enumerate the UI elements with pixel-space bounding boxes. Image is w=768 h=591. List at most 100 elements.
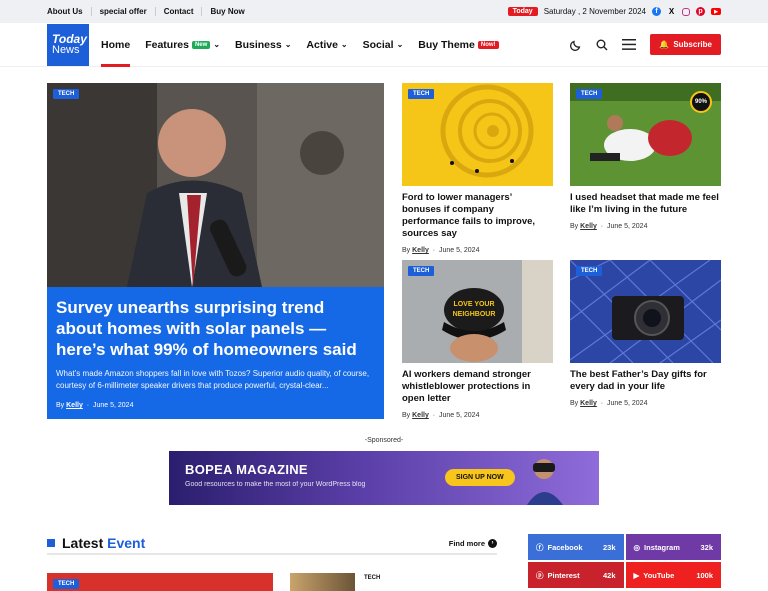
nav-item-active[interactable]: Active ⌄ <box>306 23 347 66</box>
by-label: By <box>570 400 579 407</box>
card-tag[interactable]: TECH <box>576 266 603 276</box>
hero-image: TECH <box>47 83 384 287</box>
search-icon[interactable] <box>596 39 608 51</box>
nav-active-label: Active <box>306 38 338 51</box>
card-title[interactable]: I used headset that made me feel like I’… <box>570 192 721 216</box>
card-meta: By Kelly · June 5, 2024 <box>570 400 648 407</box>
card-tag[interactable]: TECH <box>408 89 435 99</box>
nav-item-social[interactable]: Social ⌄ <box>363 23 404 66</box>
card-date: June 5, 2024 <box>438 412 480 419</box>
ad-banner[interactable]: BOPEA MAGAZINE Good resources to make th… <box>169 451 599 505</box>
article-card-3[interactable]: LOVE YOUR NEIGHBOUR TECH AI workers dema… <box>402 260 553 419</box>
by-label: By <box>56 402 65 409</box>
card-author[interactable]: Kelly <box>412 247 429 254</box>
event-tag-2[interactable]: TECH <box>364 575 380 581</box>
youtube-icon: ▶ <box>633 570 640 580</box>
card-tag[interactable]: TECH <box>408 266 435 276</box>
chevron-down-icon: ⌄ <box>284 40 292 49</box>
chevron-down-icon: ⌄ <box>340 40 348 49</box>
card-date: June 5, 2024 <box>606 400 648 407</box>
sponsored-label: -Sponsored- <box>364 437 404 444</box>
bell-icon: 🔔 <box>659 40 670 49</box>
nav-buy-theme-label: Buy Theme <box>418 38 475 51</box>
event-tag[interactable]: TECH <box>53 579 80 589</box>
hero-photo <box>47 83 384 287</box>
facebook-icon: ⓕ <box>536 542 544 552</box>
hero-author[interactable]: Kelly <box>66 402 83 409</box>
top-links: About Us special offer Contact Buy Now <box>47 7 253 16</box>
x-icon[interactable]: X <box>667 7 676 16</box>
hero-title[interactable]: Survey unearths surprising trend about h… <box>56 297 375 360</box>
card-image: TECH <box>570 260 721 363</box>
card-title[interactable]: AI workers demand stronger whistleblower… <box>402 369 553 405</box>
top-bar: About Us special offer Contact Buy Now T… <box>0 0 768 23</box>
facebook-icon[interactable]: f <box>652 7 661 16</box>
social-count: 32k <box>700 542 713 552</box>
top-link-about[interactable]: About Us <box>47 7 91 16</box>
social-name: YouTube <box>643 570 675 580</box>
social-name: Facebook <box>547 542 583 552</box>
dark-mode-icon[interactable] <box>570 39 582 51</box>
article-card-4[interactable]: TECH The best Father’s Day gifts for eve… <box>570 260 721 407</box>
top-link-buy-now[interactable]: Buy Now <box>201 7 252 16</box>
menu-icon[interactable] <box>622 39 637 50</box>
nav-home-label: Home <box>101 38 131 51</box>
section-title-part1: Latest <box>62 535 104 551</box>
nav-item-home[interactable]: Home <box>101 23 131 67</box>
card-author[interactable]: Kelly <box>580 400 597 407</box>
social-youtube[interactable]: ▶ YouTube 100k <box>625 562 721 588</box>
main-nav: Home Features New ⌄ Business ⌄ Active ⌄ Soci… <box>101 23 514 67</box>
card-author[interactable]: Kelly <box>580 223 597 230</box>
header-actions: 🔔 Subscribe <box>570 34 721 55</box>
instagram-icon[interactable] <box>682 7 690 16</box>
hero-excerpt: What’s made Amazon shoppers fall in love… <box>56 369 370 390</box>
card-meta: By Kelly · June 5, 2024 <box>402 247 480 254</box>
site-logo[interactable]: Today News <box>47 23 89 66</box>
section-marker <box>47 539 55 547</box>
logo-line-1: Today <box>52 31 87 46</box>
chevron-down-icon: ⌄ <box>396 40 404 49</box>
latest-event-image-2[interactable] <box>290 573 355 591</box>
social-pinterest[interactable]: ⓟ Pinterest 42k <box>528 562 624 588</box>
social-instagram[interactable]: ◎ Instagram 32k <box>625 534 721 560</box>
subscribe-button[interactable]: 🔔 Subscribe <box>650 34 721 55</box>
nav-item-buy-theme[interactable]: Buy Theme Now! <box>418 23 499 66</box>
card-image: LOVE YOUR NEIGHBOUR TECH <box>402 260 553 363</box>
subscribe-label: Subscribe <box>673 40 712 49</box>
youtube-icon[interactable]: ▶ <box>711 8 721 15</box>
card-image: TECH <box>402 83 553 186</box>
main-header: Today News Home Features New ⌄ Business ⌄ A… <box>0 23 768 67</box>
find-more-link[interactable]: Find more › <box>449 538 497 548</box>
social-count: 100k <box>696 570 713 580</box>
card-image: TECH 90% <box>570 83 721 186</box>
current-date: Saturday , 2 November 2024 <box>543 7 646 16</box>
social-facebook[interactable]: ⓕ Facebook 23k <box>528 534 624 560</box>
card-tag[interactable]: TECH <box>576 89 603 99</box>
nav-item-features[interactable]: Features New ⌄ <box>145 23 220 66</box>
hero-article[interactable]: TECH Survey unearths surprising trend ab… <box>47 83 384 419</box>
now-badge: Now! <box>477 40 499 49</box>
social-counters: ⓕ Facebook 23k ◎ Instagram 32k ⓟ Pinterest 42k… <box>528 534 721 588</box>
section-title: Latest Event <box>62 535 145 551</box>
top-link-contact[interactable]: Contact <box>154 7 202 16</box>
hero-tag[interactable]: TECH <box>53 89 80 99</box>
cap-text-1: LOVE YOUR <box>453 301 494 308</box>
card-title[interactable]: The best Father’s Day gifts for every da… <box>570 369 721 393</box>
card-title[interactable]: Ford to lower managers’ bonuses if compa… <box>402 192 553 240</box>
latest-event-image-1[interactable]: TECH <box>47 573 273 591</box>
top-right: Today Saturday , 2 November 2024 f X p ▶ <box>507 7 721 16</box>
latest-event-header: Latest Event Find more › <box>47 533 497 555</box>
top-link-special-offer[interactable]: special offer <box>90 7 155 16</box>
article-card-2[interactable]: TECH 90% I used headset that made me fee… <box>570 83 721 230</box>
nav-item-business[interactable]: Business ⌄ <box>235 23 291 66</box>
nav-features-label: Features <box>145 38 189 51</box>
cap-text-2: NEIGHBOUR <box>453 311 496 318</box>
today-badge: Today <box>507 7 538 16</box>
pinterest-icon[interactable]: p <box>696 7 705 16</box>
article-card-1[interactable]: TECH Ford to lower managers’ bonuses if … <box>402 83 553 254</box>
banner-signup-button[interactable]: SIGN UP NOW <box>445 469 515 486</box>
card-author[interactable]: Kelly <box>412 412 429 419</box>
instagram-icon: ◎ <box>633 542 641 552</box>
hero-date: June 5, 2024 <box>92 402 134 409</box>
social-name: Instagram <box>644 542 680 552</box>
